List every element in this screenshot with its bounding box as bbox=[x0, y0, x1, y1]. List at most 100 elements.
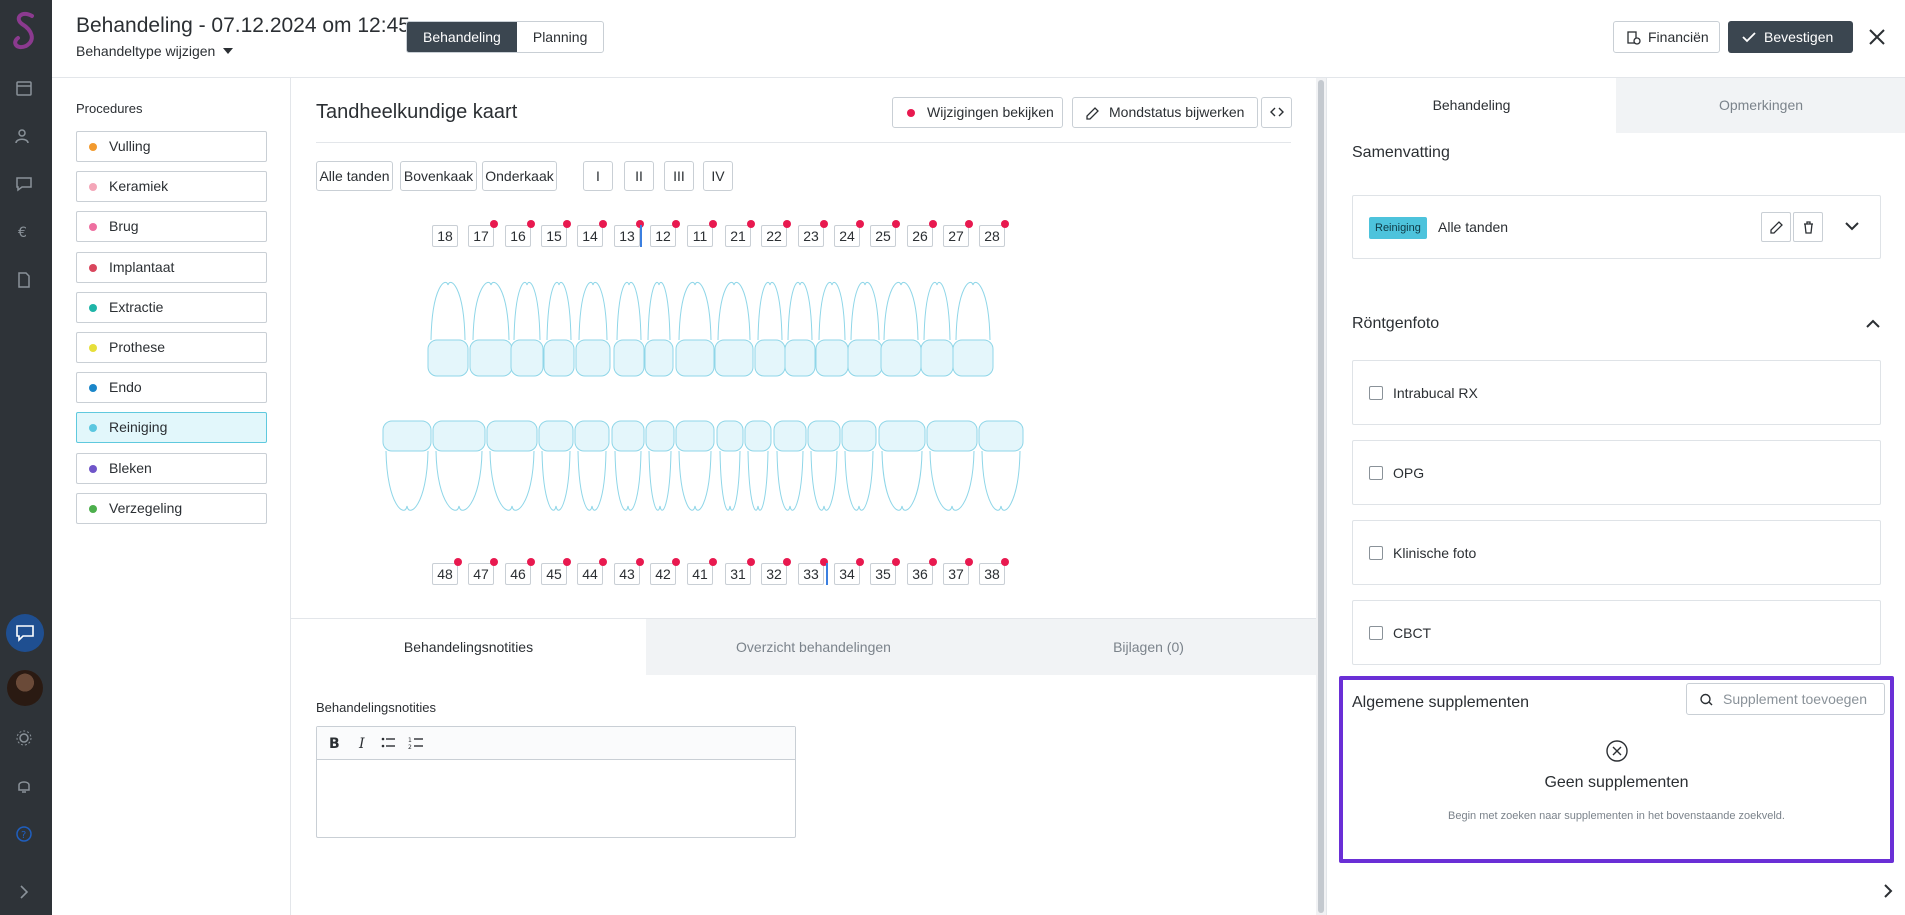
xray-checkbox[interactable] bbox=[1369, 546, 1383, 560]
bold-icon[interactable]: B bbox=[325, 734, 343, 752]
tooth-34[interactable]: 34 bbox=[834, 563, 860, 585]
tooth-17[interactable]: 17 bbox=[468, 225, 494, 247]
treatment-type-dropdown[interactable]: Behandeltype wijzigen bbox=[76, 43, 234, 59]
tooth-38[interactable]: 38 bbox=[979, 563, 1005, 585]
tooth-24[interactable]: 24 bbox=[834, 225, 860, 247]
procedure-item-brug[interactable]: Brug bbox=[76, 211, 267, 243]
add-supplement-button[interactable]: Supplement toevoegen bbox=[1686, 683, 1885, 715]
numbered-list-icon[interactable]: 12 bbox=[407, 734, 425, 752]
xray-option-intrabucal-rx[interactable]: Intrabucal RX bbox=[1352, 360, 1881, 425]
finance-icon bbox=[1627, 31, 1641, 45]
segment-treatment[interactable]: Behandeling bbox=[407, 22, 517, 52]
tooth-11[interactable]: 11 bbox=[687, 225, 713, 247]
procedure-item-bleken[interactable]: Bleken bbox=[76, 452, 267, 484]
edit-icon bbox=[1770, 221, 1783, 234]
chart-scrollbar[interactable] bbox=[1316, 78, 1326, 915]
tooth-crown bbox=[538, 420, 574, 452]
procedure-item-endo[interactable]: Endo bbox=[76, 372, 267, 404]
tab-treatment-overview[interactable]: Overzicht behandelingen bbox=[646, 619, 981, 675]
procedure-item-verzegeling[interactable]: Verzegeling bbox=[76, 492, 267, 524]
tooth-16[interactable]: 16 bbox=[505, 225, 531, 247]
calendar-icon[interactable] bbox=[14, 78, 34, 98]
tooth-root bbox=[678, 450, 712, 511]
xray-checkbox[interactable] bbox=[1369, 626, 1383, 640]
app-logo[interactable] bbox=[8, 8, 44, 52]
finance-button[interactable]: Financiën bbox=[1613, 21, 1720, 53]
patients-icon[interactable] bbox=[14, 126, 34, 146]
procedure-item-implantaat[interactable]: Implantaat bbox=[76, 251, 267, 283]
tab-attachments[interactable]: Bijlagen (0) bbox=[981, 619, 1316, 675]
xray-checkbox[interactable] bbox=[1369, 466, 1383, 480]
expand-sidebar-icon[interactable] bbox=[14, 882, 34, 902]
chevron-up-icon[interactable] bbox=[1865, 318, 1881, 330]
user-avatar[interactable] bbox=[7, 670, 43, 706]
tooth-21[interactable]: 21 bbox=[725, 225, 751, 247]
tooth-47[interactable]: 47 bbox=[468, 563, 494, 585]
documents-icon[interactable] bbox=[14, 270, 34, 290]
tooth-46[interactable]: 46 bbox=[505, 563, 531, 585]
tooth-25[interactable]: 25 bbox=[870, 225, 896, 247]
tooth-15[interactable]: 15 bbox=[541, 225, 567, 247]
procedure-item-extractie[interactable]: Extractie bbox=[76, 291, 267, 323]
procedure-color-dot bbox=[89, 344, 97, 352]
tooth-32[interactable]: 32 bbox=[761, 563, 787, 585]
tooth-44[interactable]: 44 bbox=[577, 563, 603, 585]
tooth-marker bbox=[709, 220, 717, 228]
tab-remarks[interactable]: Opmerkingen bbox=[1616, 78, 1905, 133]
tooth-13[interactable]: 13 bbox=[614, 225, 640, 247]
italic-icon[interactable]: I bbox=[353, 734, 371, 752]
tooth-35[interactable]: 35 bbox=[870, 563, 896, 585]
procedure-item-keramiek[interactable]: Keramiek bbox=[76, 171, 267, 203]
tooth-31[interactable]: 31 bbox=[725, 563, 751, 585]
finance-icon[interactable]: € bbox=[14, 222, 34, 242]
tooth-36[interactable]: 36 bbox=[907, 563, 933, 585]
tooth-marker bbox=[527, 220, 535, 228]
tooth-root bbox=[717, 281, 751, 341]
editor-toolbar: B I 12 bbox=[317, 727, 795, 760]
chevron-right-icon[interactable] bbox=[1882, 883, 1894, 899]
tab-treatment-notes[interactable]: Behandelingsnotities bbox=[291, 619, 646, 675]
tooth-42[interactable]: 42 bbox=[650, 563, 676, 585]
tooth-18[interactable]: 18 bbox=[432, 225, 458, 247]
tooth-23[interactable]: 23 bbox=[798, 225, 824, 247]
tooth-12[interactable]: 12 bbox=[650, 225, 676, 247]
procedure-color-dot bbox=[89, 263, 97, 272]
tab-treatment[interactable]: Behandeling bbox=[1327, 78, 1616, 133]
procedure-item-prothese[interactable]: Prothese bbox=[76, 332, 267, 363]
tooth-48[interactable]: 48 bbox=[432, 563, 458, 585]
tooth-26[interactable]: 26 bbox=[907, 225, 933, 247]
xray-option-klinische-foto[interactable]: Klinische foto bbox=[1352, 520, 1881, 585]
tooth-41[interactable]: 41 bbox=[687, 563, 713, 585]
tooth-root bbox=[787, 281, 813, 341]
tooth-45[interactable]: 45 bbox=[541, 563, 567, 585]
messages-icon[interactable] bbox=[14, 174, 34, 194]
bullet-list-icon[interactable] bbox=[379, 734, 397, 752]
tooth-27[interactable]: 27 bbox=[943, 225, 969, 247]
support-chat-icon[interactable] bbox=[6, 614, 44, 652]
tooth-crown bbox=[952, 339, 994, 377]
segment-planning[interactable]: Planning bbox=[517, 22, 603, 52]
procedure-item-reiniging[interactable]: Reiniging bbox=[76, 412, 267, 444]
procedure-label: Prothese bbox=[109, 339, 166, 355]
xray-option-opg[interactable]: OPG bbox=[1352, 440, 1881, 505]
chevron-down-icon[interactable] bbox=[1844, 220, 1860, 232]
tooth-43[interactable]: 43 bbox=[614, 563, 640, 585]
tooth-37[interactable]: 37 bbox=[943, 563, 969, 585]
tooth-14[interactable]: 14 bbox=[577, 225, 603, 247]
procedure-color-dot bbox=[89, 143, 97, 151]
scrollbar-thumb[interactable] bbox=[1318, 80, 1324, 913]
xray-checkbox[interactable] bbox=[1369, 386, 1383, 400]
notifications-icon[interactable] bbox=[14, 776, 34, 796]
xray-option-cbct[interactable]: CBCT bbox=[1352, 600, 1881, 665]
settings-icon[interactable] bbox=[14, 728, 34, 748]
edit-summary-button[interactable] bbox=[1761, 212, 1791, 242]
confirm-button[interactable]: Bevestigen bbox=[1728, 21, 1853, 53]
tooth-28[interactable]: 28 bbox=[979, 225, 1005, 247]
help-icon[interactable]: ? bbox=[14, 824, 34, 844]
delete-summary-button[interactable] bbox=[1793, 212, 1823, 242]
tooth-22[interactable]: 22 bbox=[761, 225, 787, 247]
close-icon[interactable] bbox=[1864, 24, 1890, 50]
tooth-crown bbox=[978, 420, 1024, 452]
tooth-33[interactable]: 33 bbox=[798, 563, 824, 585]
procedure-item-vulling[interactable]: Vulling bbox=[76, 131, 267, 162]
